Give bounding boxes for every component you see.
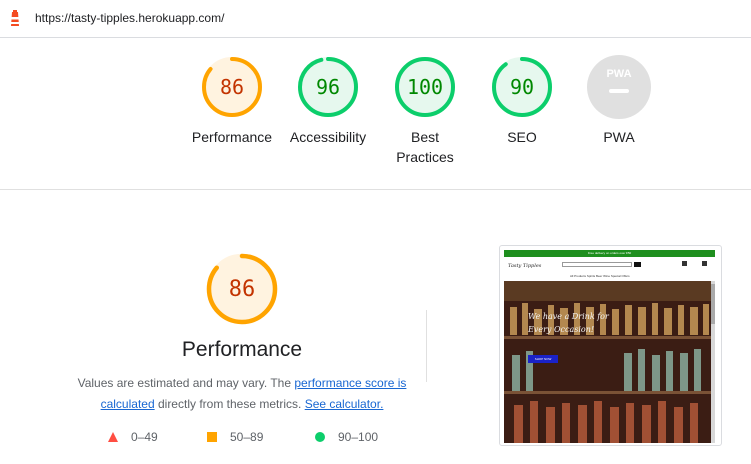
final-screenshot[interactable]: Free delivery on orders over €50 Tasty T… <box>499 245 722 446</box>
gauge-ring: 100 <box>395 57 455 117</box>
gauge-ring: 90 <box>492 57 552 117</box>
screenshot-scroll-thumb <box>711 284 715 324</box>
desc-prefix: Values are estimated and may vary. The <box>77 376 295 390</box>
triangle-icon <box>108 432 118 442</box>
square-icon <box>207 432 217 442</box>
screenshot-search-box <box>562 262 632 267</box>
legend-average: 50–89 <box>206 430 263 444</box>
screenshot-navbar: Tasty Tipples All Products Spirits Beer … <box>504 257 715 281</box>
performance-description: Values are estimated and may vary. The p… <box>76 373 408 415</box>
gauge-seo[interactable]: 90 SEO <box>472 55 572 147</box>
performance-score: 86 <box>229 277 256 302</box>
legend-range: 90–100 <box>338 430 379 444</box>
gauge-score: 90 <box>510 75 534 99</box>
circle-icon <box>315 432 325 442</box>
gauge-accessibility[interactable]: 96 Accessibility <box>278 55 378 147</box>
gauge-score: 96 <box>316 75 340 99</box>
gauge-label: Accessibility <box>289 129 367 145</box>
legend-range: 50–89 <box>230 430 264 444</box>
gauge-label: SEO <box>507 129 537 145</box>
gauge-ring: 96 <box>298 57 358 117</box>
gauge-score: 86 <box>220 75 244 99</box>
screenshot-search-icon <box>634 262 641 267</box>
gauge-ring: 86 <box>202 57 262 117</box>
performance-gauge: 86 <box>206 253 278 325</box>
screenshot-page: Free delivery on orders over €50 Tasty T… <box>504 250 715 443</box>
see-calculator-link[interactable]: See calculator. <box>305 397 384 411</box>
screenshot-shop-button: SHOP NOW <box>528 355 558 363</box>
screenshot-logo: Tasty Tipples <box>508 263 542 269</box>
lighthouse-icon <box>11 10 19 26</box>
gauge-best-practices[interactable]: 100 Best Practices <box>375 55 475 167</box>
gauge-pwa[interactable]: PWA PWA <box>569 55 669 147</box>
gauge-score: 100 <box>407 75 443 99</box>
section-divider <box>0 189 751 190</box>
gauge-label: Best Practices <box>396 129 454 165</box>
screenshot-menu: All Products Spirits Beer Wine Special O… <box>570 274 630 278</box>
desc-middle: directly from these metrics. <box>154 397 305 411</box>
gauge-label: Performance <box>191 129 273 145</box>
performance-title: Performance <box>181 338 303 361</box>
account-icon <box>682 261 687 266</box>
pwa-badge-text: PWA <box>606 68 631 80</box>
pwa-badge-icon: PWA <box>587 55 651 119</box>
screenshot-banner: Free delivery on orders over €50 <box>504 250 715 257</box>
legend-fail: 0–49 <box>107 430 158 444</box>
screenshot-hero-text: We have a Drink for Every Occasion! <box>528 312 609 334</box>
vertical-divider <box>426 310 427 382</box>
gauge-label: PWA <box>603 129 635 145</box>
address-bar: https://tasty-tipples.herokuapp.com/ <box>0 0 751 38</box>
gauge-performance[interactable]: 86 Performance <box>182 55 282 147</box>
legend-range: 0–49 <box>131 430 158 444</box>
url-text[interactable]: https://tasty-tipples.herokuapp.com/ <box>35 11 224 25</box>
bag-icon <box>702 261 707 266</box>
legend-pass: 90–100 <box>314 430 378 444</box>
